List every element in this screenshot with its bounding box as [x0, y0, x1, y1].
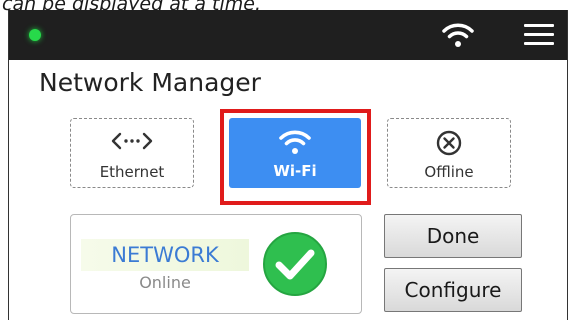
configure-button[interactable]: Configure [384, 268, 522, 312]
page-title: Network Manager [39, 68, 261, 97]
device-screen: Network Manager Ethernet Wi-Fi Offline N… [8, 10, 568, 320]
mode-offline-label: Offline [424, 163, 474, 181]
wifi-icon [229, 128, 361, 156]
mode-offline-button[interactable]: Offline [387, 118, 511, 188]
mode-ethernet-label: Ethernet [99, 163, 165, 181]
hamburger-menu-icon[interactable] [524, 22, 554, 48]
mode-wifi-label: Wi-Fi [273, 162, 317, 180]
mode-wifi-button[interactable]: Wi-Fi [229, 118, 361, 188]
done-button[interactable]: Done [384, 214, 522, 258]
ethernet-icon [71, 129, 193, 155]
network-status-text: Online [139, 273, 191, 292]
network-title: NETWORK [111, 243, 219, 267]
status-bar [9, 10, 567, 60]
check-circle-icon [262, 231, 328, 297]
mode-ethernet-button[interactable]: Ethernet [70, 118, 194, 188]
wifi-icon[interactable] [441, 21, 475, 49]
offline-icon [388, 129, 510, 156]
status-led-icon [29, 29, 41, 41]
network-status-panel: NETWORK Online [70, 214, 362, 314]
